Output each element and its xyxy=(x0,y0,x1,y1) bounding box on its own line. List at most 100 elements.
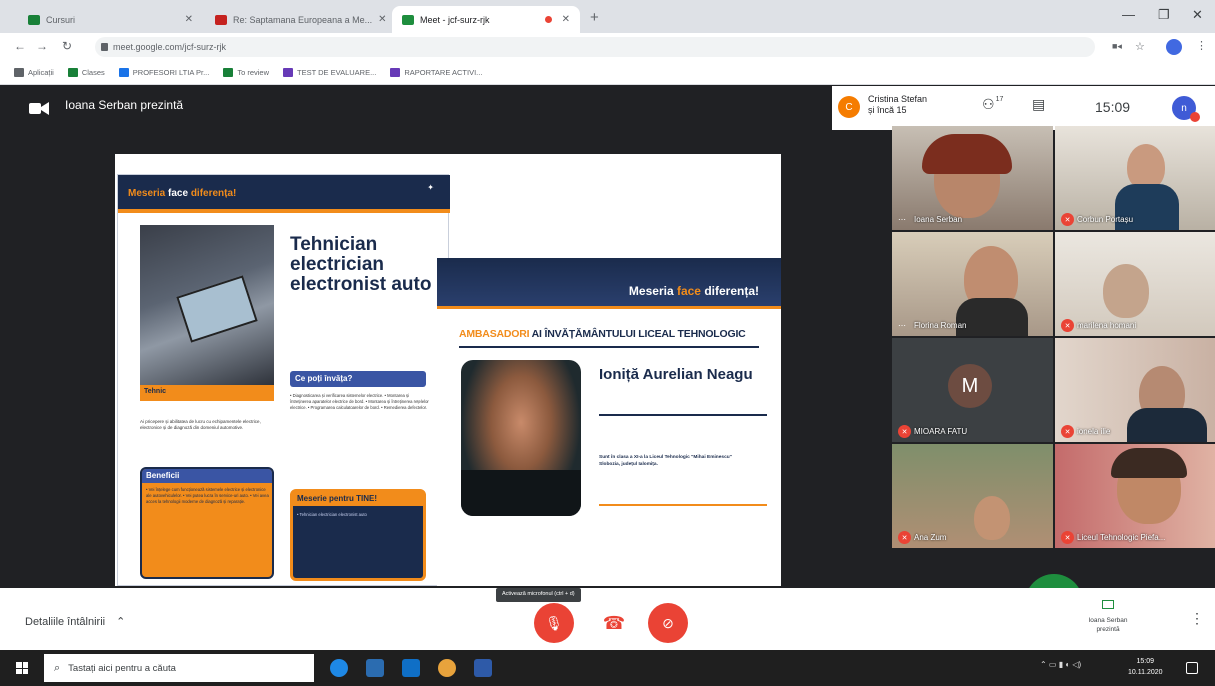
ambassador-title: AMBASADORI AI ÎNVĂȚĂMÂNTULUI LICEAL TEHN… xyxy=(459,328,746,340)
close-window-icon[interactable]: ✕ xyxy=(1192,7,1203,23)
people-count: 17 xyxy=(995,96,1004,103)
mic-off-icon: 🎙︎ xyxy=(545,614,563,631)
mic-off-icon: ✕ xyxy=(898,425,911,438)
bookmark-test[interactable]: TEST DE EVALUARE... xyxy=(283,68,376,77)
taskbar-search[interactable]: ⌕ Tastați aici pentru a căuta xyxy=(44,654,314,682)
bookmark-label: To review xyxy=(237,68,270,77)
tab-meet[interactable]: Meet - jcf-surz-rjk ✕ xyxy=(392,6,580,33)
participant-silhouette xyxy=(1103,264,1149,318)
bookmark-raportare[interactable]: RAPORTARE ACTIVI... xyxy=(390,68,482,77)
present-screen-icon xyxy=(1102,600,1114,609)
divider xyxy=(599,504,767,506)
mic-tooltip: Activează microfonul (ctrl + d) xyxy=(496,588,581,602)
word-icon[interactable] xyxy=(474,659,492,677)
video-tile[interactable]: ✕ Corbun Portașu xyxy=(1055,126,1215,230)
store-icon[interactable] xyxy=(366,659,384,677)
close-icon[interactable]: ✕ xyxy=(562,14,570,25)
present-line1: Ioana Serban xyxy=(1088,617,1128,624)
recording-icon xyxy=(544,16,552,23)
windows-taskbar: ⌕ Tastați aici pentru a căuta ⌃ ▭ ▮ ◐ ◁)… xyxy=(0,650,1215,686)
divider xyxy=(599,414,767,416)
mic-off-icon: ✕ xyxy=(1061,213,1074,226)
tablet-shape xyxy=(176,275,258,343)
search-icon: ⌕ xyxy=(54,661,61,674)
mic-off-icon: ✕ xyxy=(1061,531,1074,544)
address-bar-row: ← → ↻ meet.google.com/jcf-surz-rjk ■◂ ☆ … xyxy=(0,33,1215,61)
people-button[interactable]: ⚇ 17 xyxy=(982,96,1003,113)
bookmark-profesori[interactable]: PROFESORI LTIA Pr... xyxy=(118,68,209,77)
close-icon[interactable]: ✕ xyxy=(378,14,386,25)
reload-icon[interactable]: ↻ xyxy=(62,39,72,53)
present-line2: prezintă xyxy=(1096,626,1120,633)
bookmark-label: RAPORTARE ACTIVI... xyxy=(404,68,483,77)
new-tab-icon[interactable]: + xyxy=(590,9,599,26)
forward-icon[interactable]: → xyxy=(36,39,48,53)
camera-toggle-button[interactable]: ⊘ xyxy=(648,603,688,643)
more-options-icon[interactable]: ⋮ xyxy=(1190,610,1204,627)
presenting-icon xyxy=(29,102,49,115)
phone-hangup-icon: ☎ xyxy=(602,612,626,633)
hang-up-button[interactable]: ☎ xyxy=(594,603,634,643)
video-tile[interactable]: ⋯ Ioana Serban xyxy=(892,126,1053,230)
tab-gmail[interactable]: Re: Saptamana Europeana a Me... ✕ xyxy=(205,6,390,33)
back-icon[interactable]: ← xyxy=(14,39,26,53)
video-tile[interactable]: ✕ ionela ilie xyxy=(1055,338,1215,442)
divider xyxy=(118,209,450,213)
minimize-icon[interactable]: — xyxy=(1122,7,1135,22)
star-icon[interactable]: ☆ xyxy=(1135,40,1145,53)
video-tile[interactable]: ⋯ Florina Roman xyxy=(892,232,1053,336)
clothing-shape xyxy=(1127,408,1207,442)
banner-word: Meseria xyxy=(628,284,677,298)
bookmark-review[interactable]: To review xyxy=(223,68,269,77)
career-for-you-text: • Tehnician electrician electronist auto xyxy=(297,512,367,517)
banner-title: Meseria face diferența! xyxy=(629,284,759,298)
browser-menu-icon[interactable]: ⋮ xyxy=(1196,39,1207,52)
windows-start-icon[interactable] xyxy=(16,662,28,674)
mic-toggle-button[interactable]: 🎙︎ xyxy=(534,603,574,643)
video-tile[interactable]: ✕ marilena homani xyxy=(1055,232,1215,336)
tab-strip: Cursuri ✕ Re: Saptamana Europeana a Me..… xyxy=(0,0,1215,33)
video-tile[interactable]: M ✕ MIOARA FATU xyxy=(892,338,1053,442)
video-tile[interactable]: ✕ Liceul Tehnologic Piefa... xyxy=(1055,444,1215,548)
edge-icon[interactable] xyxy=(330,659,348,677)
url-field[interactable]: meet.google.com/jcf-surz-rjk xyxy=(95,37,1095,57)
meeting-details-button[interactable]: Detaliile întâlnirii ⌃ xyxy=(25,615,125,628)
student-portrait xyxy=(461,360,581,516)
tab-cursuri[interactable]: Cursuri ✕ xyxy=(18,6,203,33)
maximize-icon[interactable]: ❐ xyxy=(1158,7,1170,23)
profile-avatar[interactable] xyxy=(1166,39,1182,55)
student-description: Sunt în clasa a XI-a la Liceul Tehnologi… xyxy=(599,455,732,467)
chat-icon[interactable]: ▤ xyxy=(1032,96,1045,113)
meeting-details-label: Detaliile întâlnirii xyxy=(25,616,106,628)
camera-indicator-icon[interactable]: ■◂ xyxy=(1112,41,1122,52)
present-button[interactable]: Ioana Serban prezintă xyxy=(1080,600,1136,644)
close-icon[interactable]: ✕ xyxy=(185,14,193,25)
mic-off-icon: ✕ xyxy=(898,531,911,544)
video-tile[interactable]: ✕ Ana Zum xyxy=(892,444,1053,548)
title-word: AI ÎNVĂȚĂMÂNTULUI LICEAL TEHNOLOGIC xyxy=(531,328,746,340)
participant-avatar: M xyxy=(948,364,992,408)
speaking-icon: ⋯ xyxy=(898,215,906,224)
speaker-chip[interactable]: Cristina Stefan și încă 15 xyxy=(868,94,927,116)
speaker-others: și încă 15 xyxy=(868,105,907,115)
tab-label: Meet - jcf-surz-rjk xyxy=(420,14,490,25)
system-tray-icons[interactable]: ⌃ ▭ ▮ ◐ ◁) xyxy=(1040,660,1081,669)
benefits-heading: Beneficii xyxy=(142,469,272,483)
participant-silhouette xyxy=(974,496,1010,540)
bookmark-label: Aplicații xyxy=(28,68,54,77)
banner-word: face xyxy=(168,188,191,199)
speaker-avatar: C xyxy=(838,96,860,118)
participant-name: Corbun Portașu xyxy=(1077,215,1134,224)
bookmark-apps[interactable]: Aplicații xyxy=(14,68,54,77)
card-banner: Meseria face diferența! xyxy=(437,258,781,306)
clothing-shape xyxy=(956,298,1028,336)
doc-icon xyxy=(118,68,129,77)
notifications-icon[interactable] xyxy=(1186,662,1198,674)
benefits-text: • Vei înțelege cum funcționează sistemel… xyxy=(146,487,269,504)
mic-off-icon: ✕ xyxy=(1061,425,1074,438)
divider xyxy=(437,306,781,309)
chrome-icon[interactable] xyxy=(438,659,456,677)
mail-icon[interactable] xyxy=(402,659,420,677)
taskbar-clock[interactable]: 15:09 10.11.2020 xyxy=(1128,656,1163,678)
bookmark-clases[interactable]: Clases xyxy=(67,68,105,77)
